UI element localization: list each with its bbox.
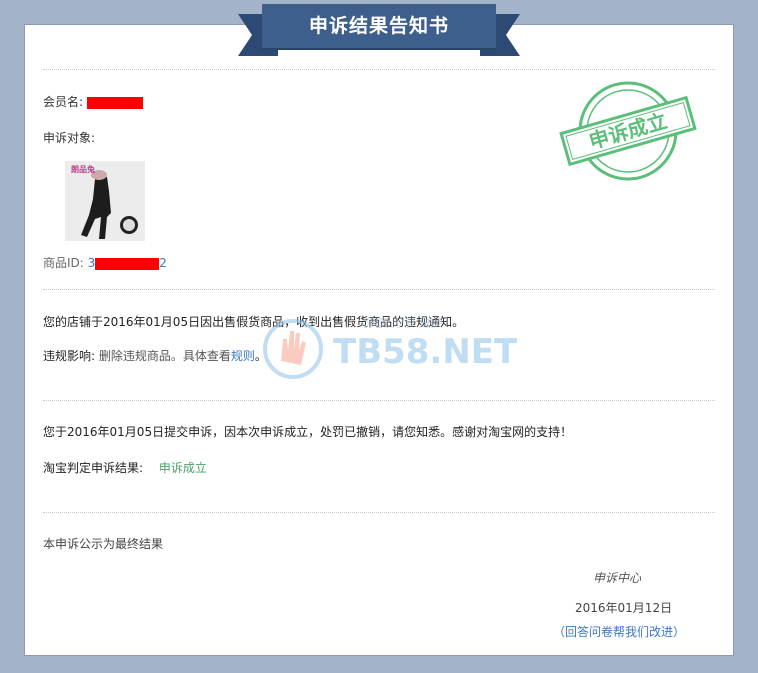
signature: 申诉中心 bbox=[593, 571, 642, 585]
violation-impact-label: 违规影响: bbox=[43, 349, 96, 363]
tb58-watermark: TB58.NET 分享 分享 进步 bbox=[253, 305, 543, 385]
divider bbox=[43, 289, 715, 290]
appeal-target-label: 申诉对象: bbox=[43, 131, 96, 145]
product-id-link[interactable]: 32 bbox=[88, 256, 167, 270]
final-note: 本申诉公示为最终结果 bbox=[43, 537, 164, 551]
member-label: 会员名: bbox=[43, 95, 84, 109]
product-id-label: 商品ID: bbox=[43, 256, 84, 270]
member-name-redaction bbox=[86, 96, 143, 109]
divider bbox=[43, 512, 715, 513]
product-image[interactable]: 朗品兔 bbox=[65, 161, 145, 241]
footer-date: 2016年01月12日 bbox=[575, 601, 673, 615]
product-id-suffix: 2 bbox=[159, 256, 167, 270]
violation-impact-row: 违规影响: 删除违规商品。具体查看规则。 bbox=[43, 347, 267, 364]
rules-link[interactable]: 规则 bbox=[231, 349, 255, 363]
product-image-label: 朗品兔 bbox=[71, 165, 95, 174]
judgement-value: 申诉成立 bbox=[158, 461, 207, 475]
judgement-label: 淘宝判定申诉结果: bbox=[43, 461, 144, 475]
judgement-row: 淘宝判定申诉结果: 申诉成立 bbox=[43, 459, 207, 476]
survey-link[interactable]: （回答问卷帮我们改进） bbox=[553, 623, 685, 640]
product-id-redaction bbox=[95, 257, 160, 270]
member-row: 会员名: bbox=[43, 93, 143, 110]
appeal-success-stamp: 申诉成立 bbox=[559, 81, 697, 181]
notice-paper: 会员名: 申诉对象: 朗品兔 商品ID: 32 申诉成立 您的店铺于2016年0… bbox=[24, 24, 734, 656]
result-notice: 您于2016年01月05日提交申诉，因本次申诉成立，处罚已撤销，请您知悉。感谢对… bbox=[43, 425, 573, 439]
page-title: 申诉结果告知书 bbox=[262, 4, 496, 48]
header-ribbon: 申诉结果告知书 bbox=[238, 4, 520, 56]
violation-notice-prefix: 您的店铺于2016年01月05日因 bbox=[43, 315, 213, 329]
divider bbox=[43, 69, 715, 70]
violation-impact-text: 删除违规商品。具体查看 bbox=[98, 349, 231, 363]
divider bbox=[43, 400, 715, 401]
watermark-text: TB58.NET bbox=[333, 332, 518, 372]
product-id-prefix: 3 bbox=[87, 256, 96, 270]
watermark-slogan: 分享 分享 进步 bbox=[363, 316, 444, 330]
product-id-row: 商品ID: 32 bbox=[43, 254, 167, 271]
